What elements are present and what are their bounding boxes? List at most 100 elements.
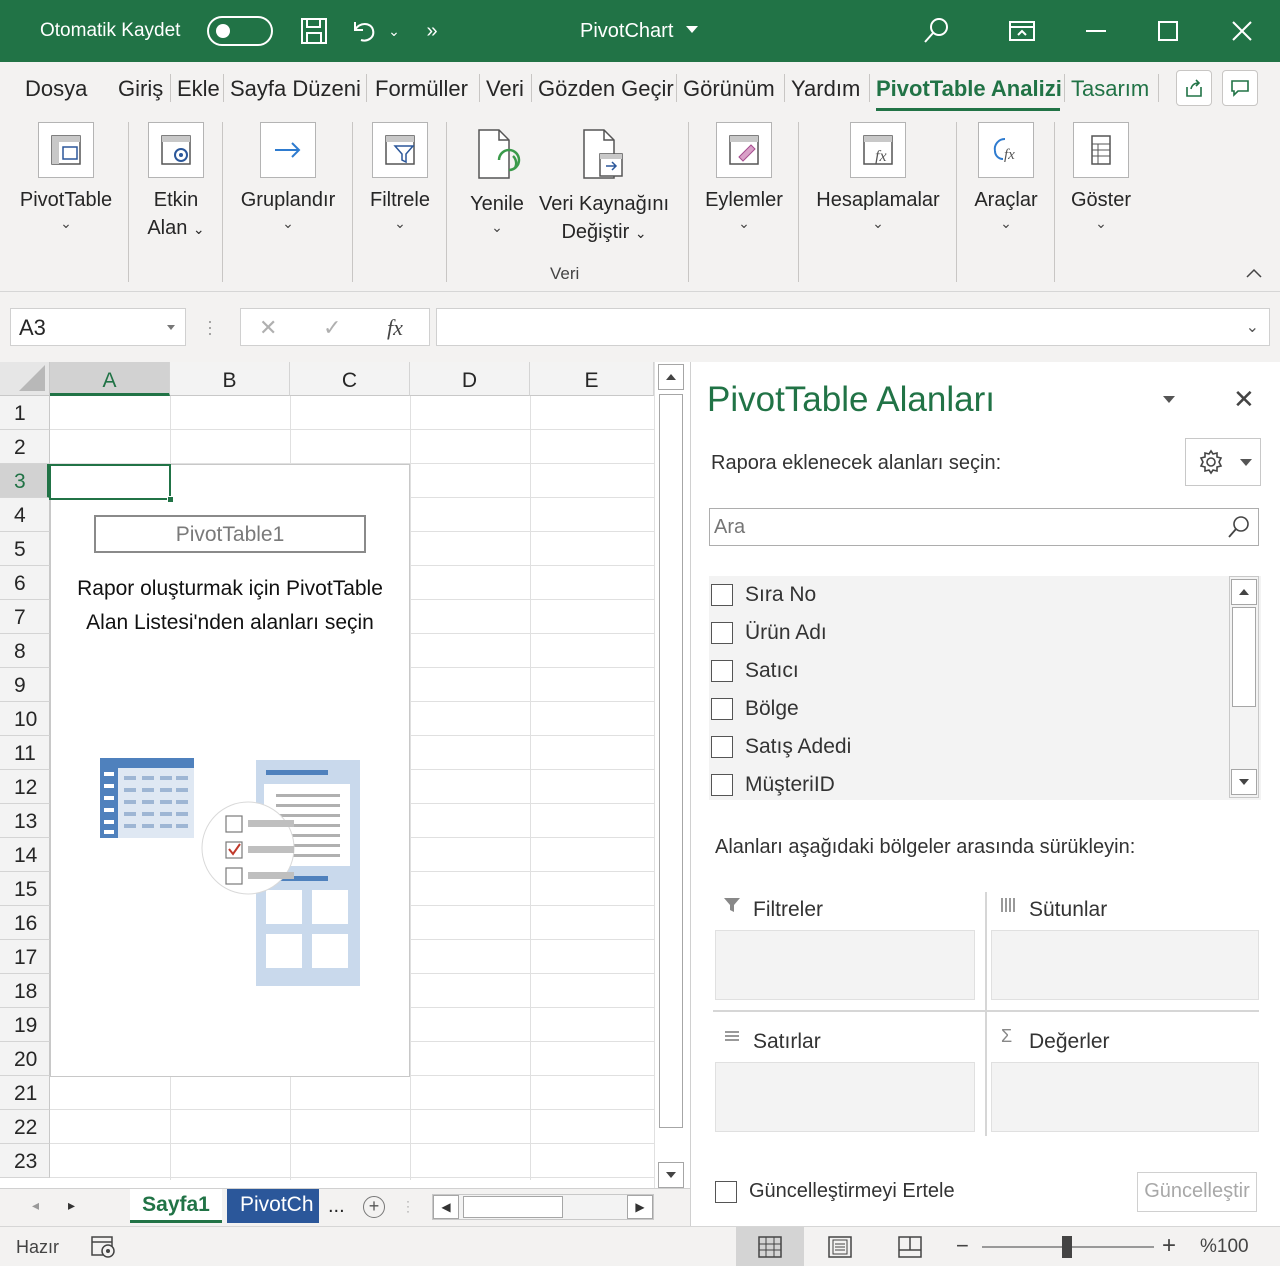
tab-ekle[interactable]: Ekle: [177, 76, 220, 102]
fill-handle[interactable]: [167, 496, 174, 503]
row-header-12[interactable]: 12: [0, 770, 50, 804]
expand-formula-bar-icon[interactable]: ⌄: [1246, 317, 1259, 337]
column-header-c[interactable]: C: [290, 362, 410, 396]
show-button[interactable]: Göster ⌄: [1062, 122, 1140, 232]
close-icon[interactable]: [1224, 14, 1260, 48]
row-header-7[interactable]: 7: [0, 600, 50, 634]
row-header-18[interactable]: 18: [0, 974, 50, 1008]
comments-button[interactable]: [1222, 70, 1258, 106]
field-item[interactable]: MüşteriID: [711, 766, 835, 804]
tab-formuller[interactable]: Formüller: [375, 76, 468, 102]
field-item[interactable]: Ürün Adı: [711, 614, 827, 652]
change-data-source-button[interactable]: Veri Kaynağını Değiştir ⌄: [536, 126, 672, 247]
maximize-icon[interactable]: [1150, 14, 1186, 48]
field-search-input[interactable]: [712, 511, 1212, 543]
select-all-button[interactable]: [0, 362, 50, 396]
group-button[interactable]: Gruplandır ⌄: [234, 122, 342, 232]
field-scroll-thumb[interactable]: [1232, 607, 1256, 707]
normal-view-button[interactable]: [736, 1227, 804, 1266]
search-icon[interactable]: [1226, 514, 1252, 545]
row-header-13[interactable]: 13: [0, 804, 50, 838]
sheet-tab-pivotchart[interactable]: PivotCh: [227, 1189, 319, 1223]
field-item[interactable]: Sıra No: [711, 576, 816, 614]
field-checkbox[interactable]: [711, 736, 733, 758]
zoom-level[interactable]: %100: [1200, 1236, 1249, 1258]
field-scroll-down-button[interactable]: [1231, 769, 1257, 795]
ribbon-display-icon[interactable]: [1004, 14, 1040, 48]
tab-sayfa-duzeni[interactable]: Sayfa Düzeni: [230, 76, 361, 102]
formula-input[interactable]: ⌄: [436, 308, 1270, 346]
zoom-slider-thumb[interactable]: [1062, 1236, 1072, 1258]
row-header-17[interactable]: 17: [0, 940, 50, 974]
accessibility-check-icon[interactable]: [90, 1233, 118, 1266]
row-header-6[interactable]: 6: [0, 566, 50, 600]
cancel-icon[interactable]: ✕: [259, 315, 277, 341]
pane-tools-button[interactable]: [1185, 438, 1261, 486]
prev-sheet-icon[interactable]: ◂: [32, 1197, 39, 1214]
pane-options-dropdown-icon[interactable]: [1163, 396, 1175, 403]
tab-splitter-icon[interactable]: · · ·: [406, 1195, 410, 1217]
field-item[interactable]: Satış Adedi: [711, 728, 851, 766]
worksheet-grid[interactable]: A B C D E 1 2 3 4 5 6 7 8 9 10 11 12 13 14 15 16 17 18 19 2…: [0, 362, 690, 1188]
tools-button[interactable]: fx Araçlar ⌄: [966, 122, 1046, 232]
row-header-5[interactable]: 5: [0, 532, 50, 566]
defer-update-option[interactable]: Güncelleştirmeyi Ertele: [715, 1180, 955, 1203]
undo-icon[interactable]: [346, 14, 382, 48]
filter-button[interactable]: Filtrele ⌄: [362, 122, 438, 232]
drag-handle-icon[interactable]: · · ·: [207, 312, 213, 342]
update-button[interactable]: Güncelleştir: [1137, 1172, 1257, 1212]
scroll-right-button[interactable]: ▶: [627, 1195, 653, 1219]
page-layout-view-button[interactable]: [806, 1227, 874, 1266]
column-header-e[interactable]: E: [530, 362, 654, 396]
more-commands-icon[interactable]: »: [420, 14, 444, 48]
values-drop-area[interactable]: [991, 1062, 1259, 1132]
tab-pivottable-analizi[interactable]: PivotTable Analizi: [876, 76, 1062, 102]
column-header-d[interactable]: D: [410, 362, 530, 396]
document-title[interactable]: PivotChart: [580, 20, 673, 43]
refresh-button[interactable]: Yenile ⌄: [462, 126, 532, 236]
row-header-20[interactable]: 20: [0, 1042, 50, 1076]
pivottable-button[interactable]: PivotTable ⌄: [14, 122, 118, 232]
title-dropdown-icon[interactable]: [686, 26, 698, 33]
close-pane-icon[interactable]: ✕: [1233, 384, 1255, 415]
tab-gorunum[interactable]: Görünüm: [683, 76, 775, 102]
row-header-9[interactable]: 9: [0, 668, 50, 702]
autosave-toggle[interactable]: [207, 16, 273, 46]
vertical-scrollbar[interactable]: [654, 362, 686, 1188]
horizontal-scroll-thumb[interactable]: [463, 1196, 563, 1218]
row-header-19[interactable]: 19: [0, 1008, 50, 1042]
field-checkbox[interactable]: [711, 584, 733, 606]
tab-tasarim[interactable]: Tasarım: [1071, 76, 1149, 102]
row-header-1[interactable]: 1: [0, 396, 50, 430]
enter-check-icon[interactable]: ✓: [323, 315, 341, 341]
next-sheet-icon[interactable]: ▸: [68, 1197, 75, 1214]
zoom-in-button[interactable]: +: [1162, 1232, 1176, 1260]
row-header-23[interactable]: 23: [0, 1144, 50, 1178]
row-header-10[interactable]: 10: [0, 702, 50, 736]
name-box[interactable]: A3: [10, 308, 186, 346]
sheet-tab-sayfa1[interactable]: Sayfa1: [130, 1189, 222, 1223]
tab-yardim[interactable]: Yardım: [791, 76, 860, 102]
columns-drop-area[interactable]: [991, 930, 1259, 1000]
scroll-thumb[interactable]: [659, 394, 683, 1128]
horizontal-scrollbar[interactable]: ◀ ▶: [432, 1194, 654, 1220]
row-header-21[interactable]: 21: [0, 1076, 50, 1110]
row-header-8[interactable]: 8: [0, 634, 50, 668]
scroll-left-button[interactable]: ◀: [433, 1195, 459, 1219]
row-header-22[interactable]: 22: [0, 1110, 50, 1144]
field-list-scrollbar[interactable]: [1229, 576, 1259, 798]
more-sheets-button[interactable]: ...: [328, 1195, 345, 1218]
row-header-15[interactable]: 15: [0, 872, 50, 906]
row-header-14[interactable]: 14: [0, 838, 50, 872]
row-header-3[interactable]: 3: [0, 464, 50, 498]
rows-drop-area[interactable]: [715, 1062, 975, 1132]
field-checkbox[interactable]: [711, 698, 733, 720]
search-icon[interactable]: [918, 14, 954, 48]
scroll-up-button[interactable]: [658, 364, 684, 390]
field-checkbox[interactable]: [711, 774, 733, 796]
minimize-icon[interactable]: [1078, 14, 1114, 48]
row-header-2[interactable]: 2: [0, 430, 50, 464]
filters-drop-area[interactable]: [715, 930, 975, 1000]
row-header-4[interactable]: 4: [0, 498, 50, 532]
scroll-down-button[interactable]: [658, 1162, 684, 1188]
